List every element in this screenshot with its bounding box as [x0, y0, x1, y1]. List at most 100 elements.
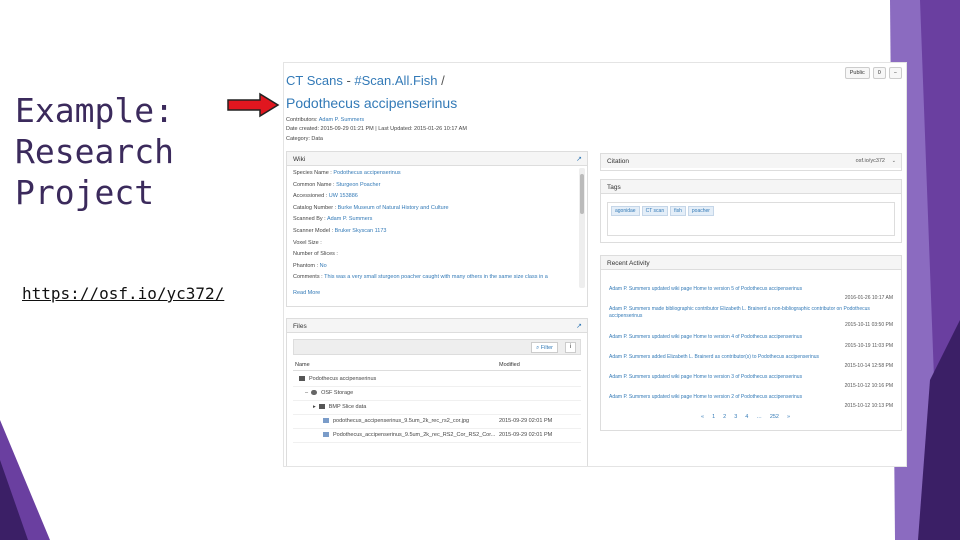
project-url-link[interactable]: https://osf.io/yc372/ [22, 284, 224, 303]
wiki-row: Accessioned : UW 153886 [293, 193, 581, 205]
pagination-page[interactable]: 1 [712, 414, 715, 420]
wiki-row-label: Voxel Size : [293, 239, 322, 246]
external-link-icon[interactable]: ↗ [576, 322, 582, 330]
wiki-scrollbar[interactable] [579, 168, 585, 288]
wiki-row-label: Phantom : [293, 262, 320, 269]
file-name: Podothecus_accipenserinus_9.5um_2k_rec_R… [333, 432, 496, 438]
pagination-ellipsis: … [756, 414, 762, 420]
wiki-row: Comments : This was a very small sturgeo… [293, 274, 581, 286]
breadcrumb-separator: - [342, 73, 355, 88]
tags-panel: Tags agonidae CT scan fish poacher [600, 179, 902, 243]
wiki-row-label: Comments : [293, 274, 325, 281]
tag[interactable]: poacher [687, 206, 714, 216]
file-modified: 2015-09-29 02:01 PM [499, 418, 553, 424]
osf-project-screenshot: CT Scans - #Scan.All.Fish / Public 0 − P… [283, 62, 907, 467]
wiki-row: Common Name : Sturgeon Poacher [293, 182, 581, 194]
project-title: Podothecus accipenserinus [286, 95, 458, 111]
info-button[interactable]: i [564, 342, 576, 353]
count-button[interactable]: 0 [872, 67, 886, 79]
storage-icon [311, 390, 318, 396]
cube-icon [299, 376, 305, 382]
files-panel: Files ↗ ⌕ Filter i Name Modified Podothe… [286, 318, 588, 466]
tags-label: Tags [607, 184, 621, 191]
wiki-row-value: This was a very small sturgeon poacher c… [324, 274, 548, 281]
activity-text[interactable]: Adam P. Summers updated wiki page Home t… [609, 374, 895, 381]
tag[interactable]: CT scan [641, 206, 669, 216]
activity-label: Recent Activity [607, 260, 650, 267]
wiki-content: Species Name : Podothecus accipenserinus… [287, 166, 587, 290]
caret-icon: ▸ [313, 404, 316, 410]
tags-input[interactable]: agonidae CT scan fish poacher [607, 202, 895, 236]
activity-text[interactable]: Adam P. Summers added Elizabeth L. Brain… [609, 354, 895, 361]
dates-line: Date created: 2015-09-29 01:21 PM | Last… [286, 126, 467, 132]
wiki-row: Phantom : No [293, 263, 581, 275]
activity-time: 2015-10-19 11:03 PM [845, 343, 893, 349]
filter-label: Filter [540, 345, 553, 351]
wiki-row-label: Scanner Model : [293, 227, 335, 234]
file-row[interactable]: ▸ BMP Slice data [293, 401, 581, 415]
breadcrumb-part-1[interactable]: CT Scans [286, 73, 343, 88]
pagination-page[interactable]: 4 [745, 414, 748, 420]
pagination-next[interactable]: » [787, 414, 790, 420]
activity-text[interactable]: Adam P. Summers updated wiki page Home t… [609, 394, 895, 401]
pagination-page[interactable]: 2 [723, 414, 726, 420]
read-more-link[interactable]: Read More [287, 290, 587, 296]
pagination-page[interactable]: 252 [770, 414, 779, 420]
file-row[interactable]: Podothecus accipenserinus [293, 373, 581, 387]
image-file-icon [323, 418, 329, 424]
wiki-row-value: No [319, 262, 327, 269]
column-name[interactable]: Name [295, 362, 310, 368]
wiki-row-label: Catalog Number : [293, 204, 338, 211]
column-modified[interactable]: Modified [499, 362, 520, 368]
image-file-icon [323, 432, 329, 438]
breadcrumb: CT Scans - #Scan.All.Fish / [286, 73, 445, 88]
pagination-prev[interactable]: « [701, 414, 704, 420]
wiki-row-value[interactable]: Podothecus accipenserinus [333, 170, 400, 176]
file-row[interactable]: Podothecus_accipenserinus_9.5um_2k_rec_R… [293, 429, 581, 443]
files-panel-header: Files ↗ [287, 319, 587, 333]
wiki-row-label: Number of Slices : [293, 251, 338, 258]
collapse-button[interactable]: − [888, 67, 902, 79]
breadcrumb-slash: / [437, 73, 445, 88]
slide-title-line-1: Example: [15, 91, 174, 130]
wiki-row-value: Sturgeon Poacher [336, 181, 381, 188]
activity-time: 2015-10-12 10:16 PM [844, 383, 893, 389]
activity-item: Adam P. Summers updated wiki page Home t… [609, 374, 895, 389]
pagination: « 1 2 3 4 … 252 » [701, 414, 790, 420]
wiki-row: Scanner Model : Bruker Skyscan 1173 [293, 228, 581, 240]
file-modified: 2015-09-29 02:01 PM [499, 432, 553, 438]
files-table-header: Name Modified [293, 359, 581, 371]
contributors-label: Contributors: [286, 117, 318, 123]
wiki-header-label: Wiki [293, 156, 306, 163]
tag[interactable]: agonidae [611, 206, 640, 216]
recent-activity-panel: Recent Activity Adam P. Summers updated … [600, 255, 902, 431]
files-toolbar: ⌕ Filter i [293, 339, 581, 355]
scrollbar-thumb[interactable] [580, 174, 584, 214]
file-row[interactable]: podothecus_accipenserinus_9.5um_2k_rec_r… [293, 415, 581, 429]
top-button-group: Public 0 − [844, 67, 902, 79]
activity-text[interactable]: Adam P. Summers updated wiki page Home t… [609, 286, 895, 293]
activity-text[interactable]: Adam P. Summers made bibliographic contr… [609, 306, 895, 320]
wiki-row-label: Scanned By : [293, 216, 327, 223]
citation-value: osf.io/yc372 [855, 158, 885, 164]
breadcrumb-part-2[interactable]: #Scan.All.Fish [354, 73, 437, 88]
tag[interactable]: fish [670, 206, 686, 216]
files-header-label: Files [293, 323, 307, 330]
wiki-row: Number of Slices : [293, 251, 581, 263]
contributor-link[interactable]: Adam P. Summers [319, 117, 364, 123]
pagination-page[interactable]: 3 [734, 414, 737, 420]
chevron-down-icon[interactable]: ⌄ [892, 158, 896, 164]
filter-button[interactable]: ⌕ Filter [531, 342, 558, 353]
activity-header: Recent Activity [601, 256, 901, 270]
wiki-panel: Wiki ↗ Species Name : Podothecus accipen… [286, 151, 588, 307]
external-link-icon[interactable]: ↗ [576, 155, 582, 163]
file-name: BMP Slice data [328, 404, 367, 410]
activity-text[interactable]: Adam P. Summers updated wiki page Home t… [609, 334, 895, 341]
file-row[interactable]: – OSF Storage [293, 387, 581, 401]
activity-time: 2015-10-11 03:50 PM [845, 322, 893, 328]
activity-item: Adam P. Summers made bibliographic contr… [609, 306, 895, 328]
citation-panel[interactable]: Citation osf.io/yc372 ⌄ [600, 153, 902, 171]
wiki-row-value[interactable]: Bruker Skyscan 1173 [335, 228, 387, 234]
public-button[interactable]: Public [844, 67, 870, 79]
wiki-row: Voxel Size : [293, 240, 581, 252]
